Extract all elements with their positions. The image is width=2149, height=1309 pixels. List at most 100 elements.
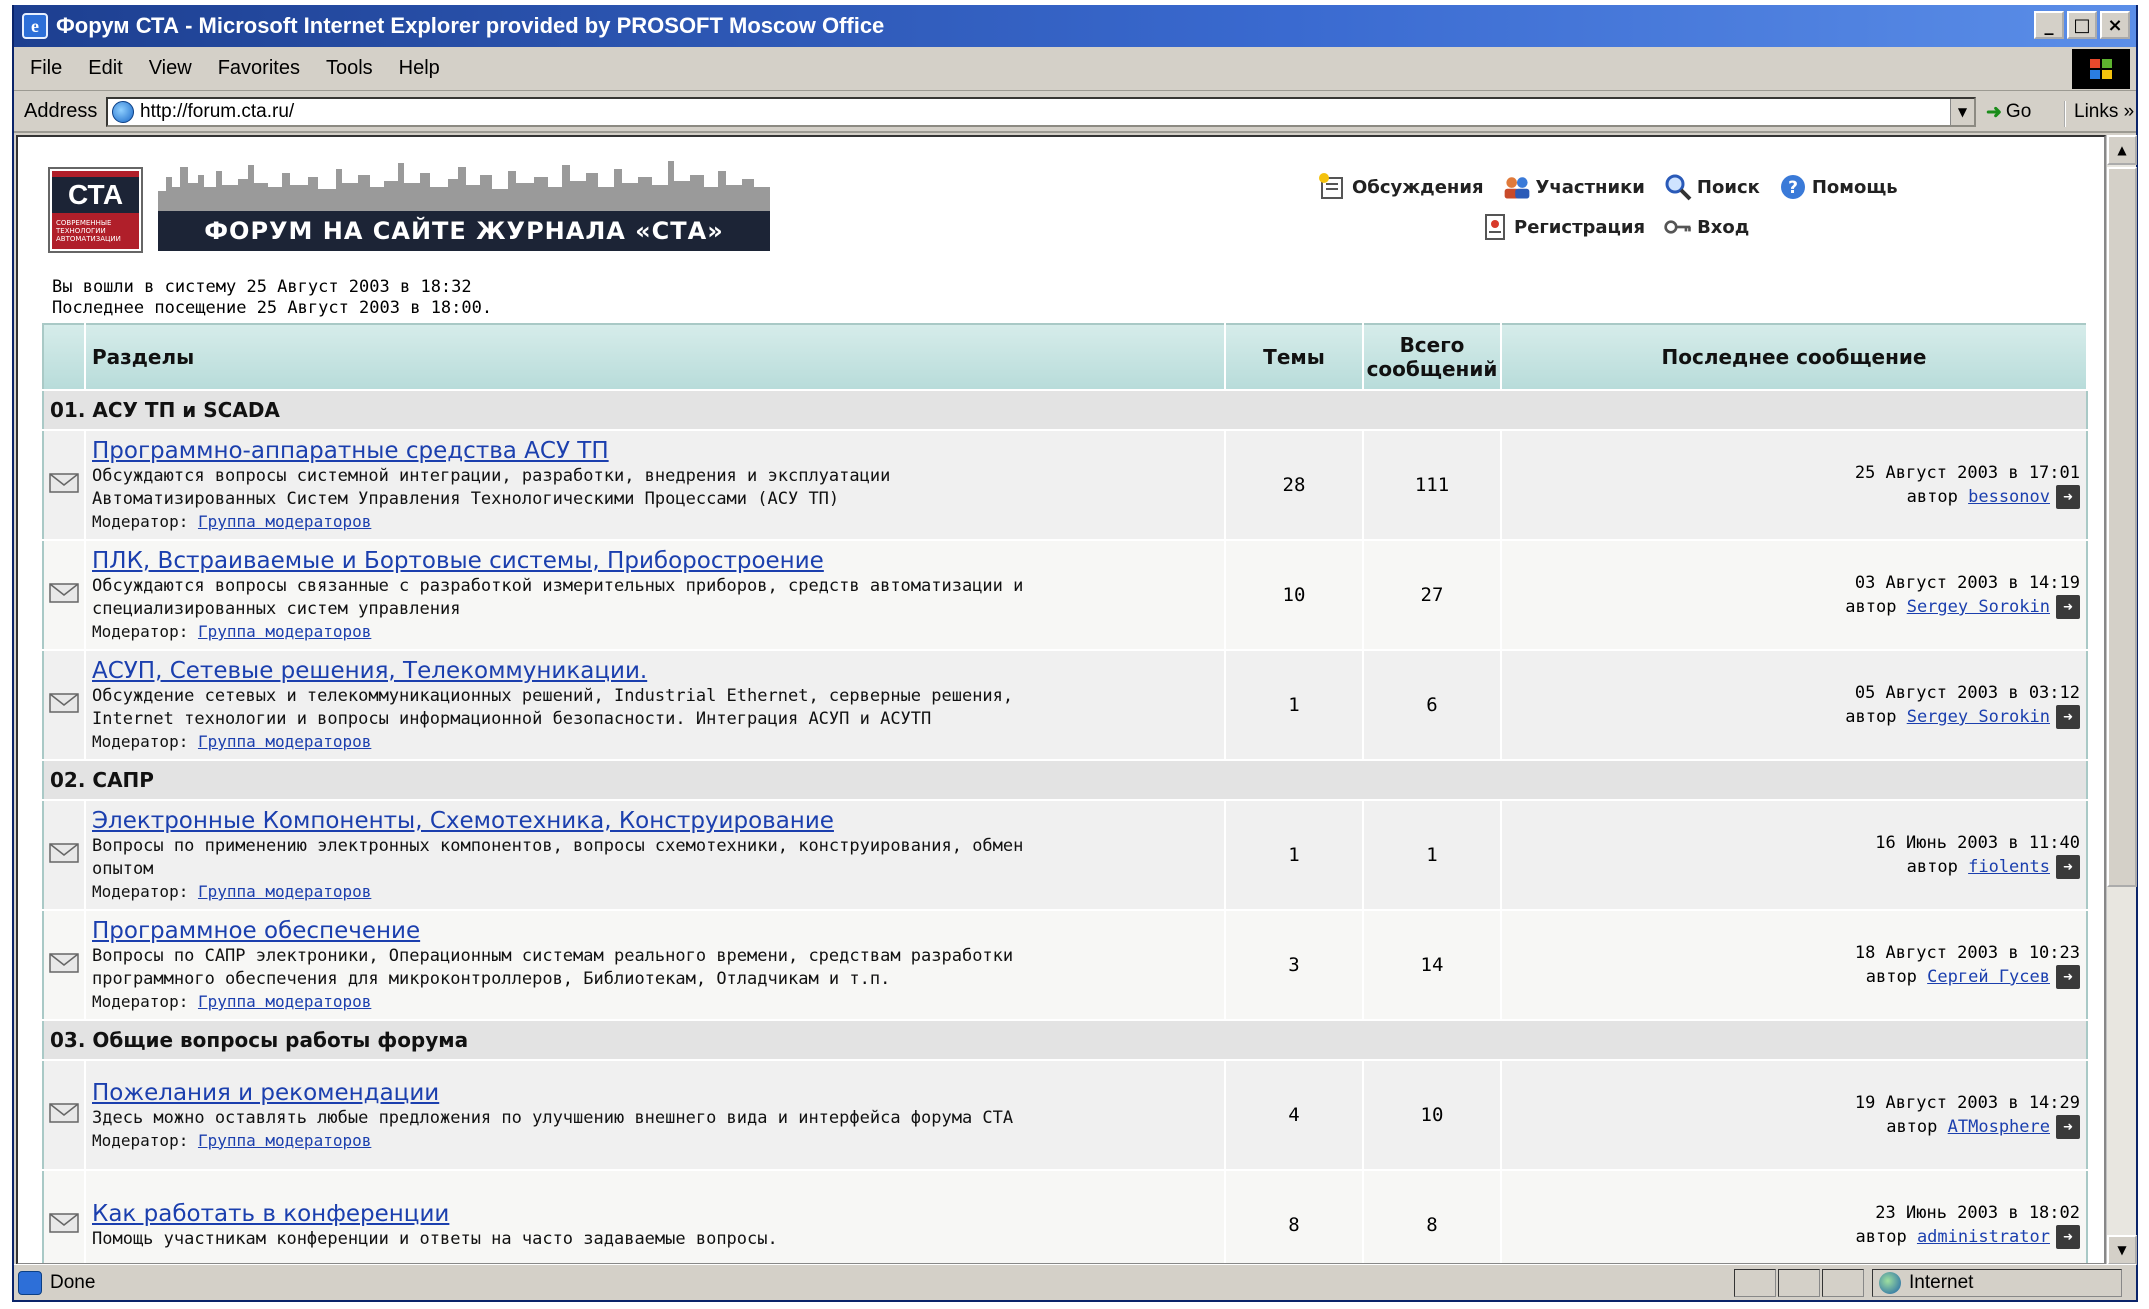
last-post-author-link[interactable]: Sergey Sorokin	[1907, 707, 2050, 727]
moderator-label: Модератор:	[92, 622, 189, 641]
posts-count: 14	[1363, 909, 1502, 1020]
moderator-link[interactable]: Группа модераторов	[198, 622, 371, 641]
last-post-date: 19 Август 2003 в 14:29	[1854, 1093, 2080, 1113]
forum-banner: ФОРУМ НА САЙТЕ ЖУРНАЛА «СТА»	[158, 211, 770, 251]
address-label: Address	[24, 99, 98, 122]
nav-login[interactable]: Вход	[1663, 212, 1749, 242]
envelope-icon	[49, 953, 79, 973]
envelope-icon	[49, 843, 79, 863]
go-arrow-icon: ➜	[1986, 101, 2002, 123]
help-icon: ?	[1778, 172, 1808, 202]
menu-file[interactable]: File	[30, 57, 62, 80]
topics-count: 28	[1225, 429, 1364, 540]
window-title: Форум СТА - Microsoft Internet Explorer …	[56, 13, 885, 38]
forum-status-cell	[43, 909, 86, 1020]
forum-info: Как работать в конференции Помощь участни…	[85, 1169, 1226, 1263]
forum-info: Электронные Компоненты, Схемотехника, Ко…	[85, 799, 1226, 910]
go-button[interactable]: ➜ Go	[1986, 95, 2054, 129]
category-title: 03. Общие вопросы работы форума	[43, 1019, 2087, 1060]
header-last-post: Последнее сообщение	[1501, 324, 2088, 390]
nav-discussions-label: Обсуждения	[1352, 176, 1484, 198]
forum-description: Вопросы по САПР электроники, Операционны…	[92, 945, 1218, 991]
address-url: http://forum.cta.ru/	[140, 101, 295, 122]
vertical-scrollbar[interactable]: ▲ ▼	[2106, 135, 2137, 1265]
links-button[interactable]: Links »	[2064, 101, 2134, 127]
discussions-icon	[1318, 172, 1348, 202]
nav-members[interactable]: Участники	[1502, 172, 1645, 202]
forum-description-line2: Автоматизированных Систем Управления Тех…	[92, 489, 840, 509]
last-post-author-label: автор	[1845, 597, 1897, 617]
forum-moderator: Модератор: Группа модераторов	[92, 991, 1218, 1013]
go-to-post-icon[interactable]: ➜	[2056, 965, 2080, 989]
moderator-link[interactable]: Группа модераторов	[198, 1131, 371, 1150]
menu-view[interactable]: View	[149, 57, 192, 80]
go-to-post-icon[interactable]: ➜	[2056, 1225, 2080, 1249]
envelope-icon	[49, 1103, 79, 1123]
go-to-post-icon[interactable]: ➜	[2056, 595, 2080, 619]
scroll-down-icon[interactable]: ▼	[2107, 1235, 2137, 1265]
moderator-label: Модератор:	[92, 882, 189, 901]
moderator-link[interactable]: Группа модераторов	[198, 732, 371, 751]
nav-discussions[interactable]: Обсуждения	[1318, 172, 1484, 202]
forum-title-link[interactable]: Программное обеспечение	[92, 917, 1218, 945]
topics-count: 3	[1225, 909, 1364, 1020]
forum-title-link[interactable]: ПЛК, Встраиваемые и Бортовые системы, Пр…	[92, 547, 1218, 575]
forum-description: Обсуждаются вопросы связанные с разработ…	[92, 575, 1218, 621]
menu-favorites[interactable]: Favorites	[218, 57, 300, 80]
category-row: 02. САПР	[43, 759, 2087, 800]
last-post-date: 03 Август 2003 в 14:19	[1854, 573, 2080, 593]
top-navigation: Обсуждения Участники Поиск ? Помощь Реги…	[1318, 167, 1958, 247]
menu-help[interactable]: Help	[399, 57, 440, 80]
posts-count: 1	[1363, 799, 1502, 910]
menu-tools[interactable]: Tools	[326, 57, 373, 80]
topics-count: 1	[1225, 649, 1364, 760]
scroll-up-icon[interactable]: ▲	[2107, 135, 2137, 165]
forum-description-line2: программного обеспечения для микроконтро…	[92, 969, 891, 989]
address-dropdown-icon[interactable]: ▼	[1950, 99, 1974, 125]
title-bar: e Форум СТА - Microsoft Internet Explore…	[14, 5, 2136, 47]
go-to-post-icon[interactable]: ➜	[2056, 705, 2080, 729]
forum-description: Обсуждаются вопросы системной интеграции…	[92, 465, 1218, 511]
nav-register-label: Регистрация	[1514, 216, 1646, 238]
page-viewport: СТА СОВРЕМЕННЫЕ ТЕХНОЛОГИИ АВТОМАТИЗАЦИИ…	[16, 135, 2106, 1265]
header-icon-col	[43, 324, 86, 390]
nav-search[interactable]: Поиск	[1663, 172, 1760, 202]
go-to-post-icon[interactable]: ➜	[2056, 855, 2080, 879]
last-post-author-link[interactable]: administrator	[1917, 1227, 2050, 1247]
forum-title-link[interactable]: АСУП, Сетевые решения, Телекоммуникации.	[92, 657, 1218, 685]
ie-app-icon: e	[22, 13, 48, 39]
last-post-author-link[interactable]: ATMosphere	[1948, 1117, 2050, 1137]
forum-description-line1: Обсуждаются вопросы системной интеграции…	[92, 466, 891, 486]
forum-status-cell	[43, 1059, 86, 1170]
forum-moderator: Модератор: Группа модераторов	[92, 1130, 1218, 1152]
moderator-link[interactable]: Группа модераторов	[198, 992, 371, 1011]
moderator-link[interactable]: Группа модераторов	[198, 882, 371, 901]
go-to-post-icon[interactable]: ➜	[2056, 485, 2080, 509]
last-post-cell: 23 Июнь 2003 в 18:02 автор administrator ➜	[1501, 1169, 2087, 1263]
forum-title-link[interactable]: Пожелания и рекомендации	[92, 1079, 1218, 1107]
forum-title-link[interactable]: Электронные Компоненты, Схемотехника, Ко…	[92, 807, 1218, 835]
address-input[interactable]: http://forum.cta.ru/ ▼	[106, 97, 1976, 127]
last-post-author-label: автор	[1886, 1117, 1938, 1137]
forum-table: Разделы Темы Всего сообщений Последнее со…	[42, 323, 2088, 1263]
cta-logo[interactable]: СТА СОВРЕМЕННЫЕ ТЕХНОЛОГИИ АВТОМАТИЗАЦИИ	[48, 167, 143, 253]
header-posts-line2: сообщений	[1366, 357, 1498, 381]
forum-title-link[interactable]: Как работать в конференции	[92, 1200, 1218, 1228]
last-post-author-link[interactable]: fiolents	[1968, 857, 2050, 877]
status-panels	[1734, 1269, 1866, 1297]
close-button[interactable]: ×	[2100, 11, 2130, 39]
last-post-author-link[interactable]: Sergey Sorokin	[1907, 597, 2050, 617]
scroll-thumb[interactable]	[2107, 167, 2137, 887]
last-post-author-link[interactable]: bessonov	[1968, 487, 2050, 507]
last-post-author-link[interactable]: Сергей Гусев	[1927, 967, 2050, 987]
last-post-cell: 18 Август 2003 в 10:23 автор Сергей Гусев…	[1501, 909, 2087, 1020]
forum-moderator: Модератор: Группа модераторов	[92, 511, 1218, 533]
go-to-post-icon[interactable]: ➜	[2056, 1115, 2080, 1139]
forum-title-link[interactable]: Программно-аппаратные средства АСУ ТП	[92, 437, 1218, 465]
minimize-button[interactable]: _	[2034, 11, 2064, 39]
nav-register[interactable]: Регистрация	[1480, 212, 1645, 242]
nav-help[interactable]: ? Помощь	[1778, 172, 1898, 202]
maximize-button[interactable]: □	[2067, 11, 2097, 39]
moderator-link[interactable]: Группа модераторов	[198, 512, 371, 531]
menu-edit[interactable]: Edit	[88, 57, 122, 80]
